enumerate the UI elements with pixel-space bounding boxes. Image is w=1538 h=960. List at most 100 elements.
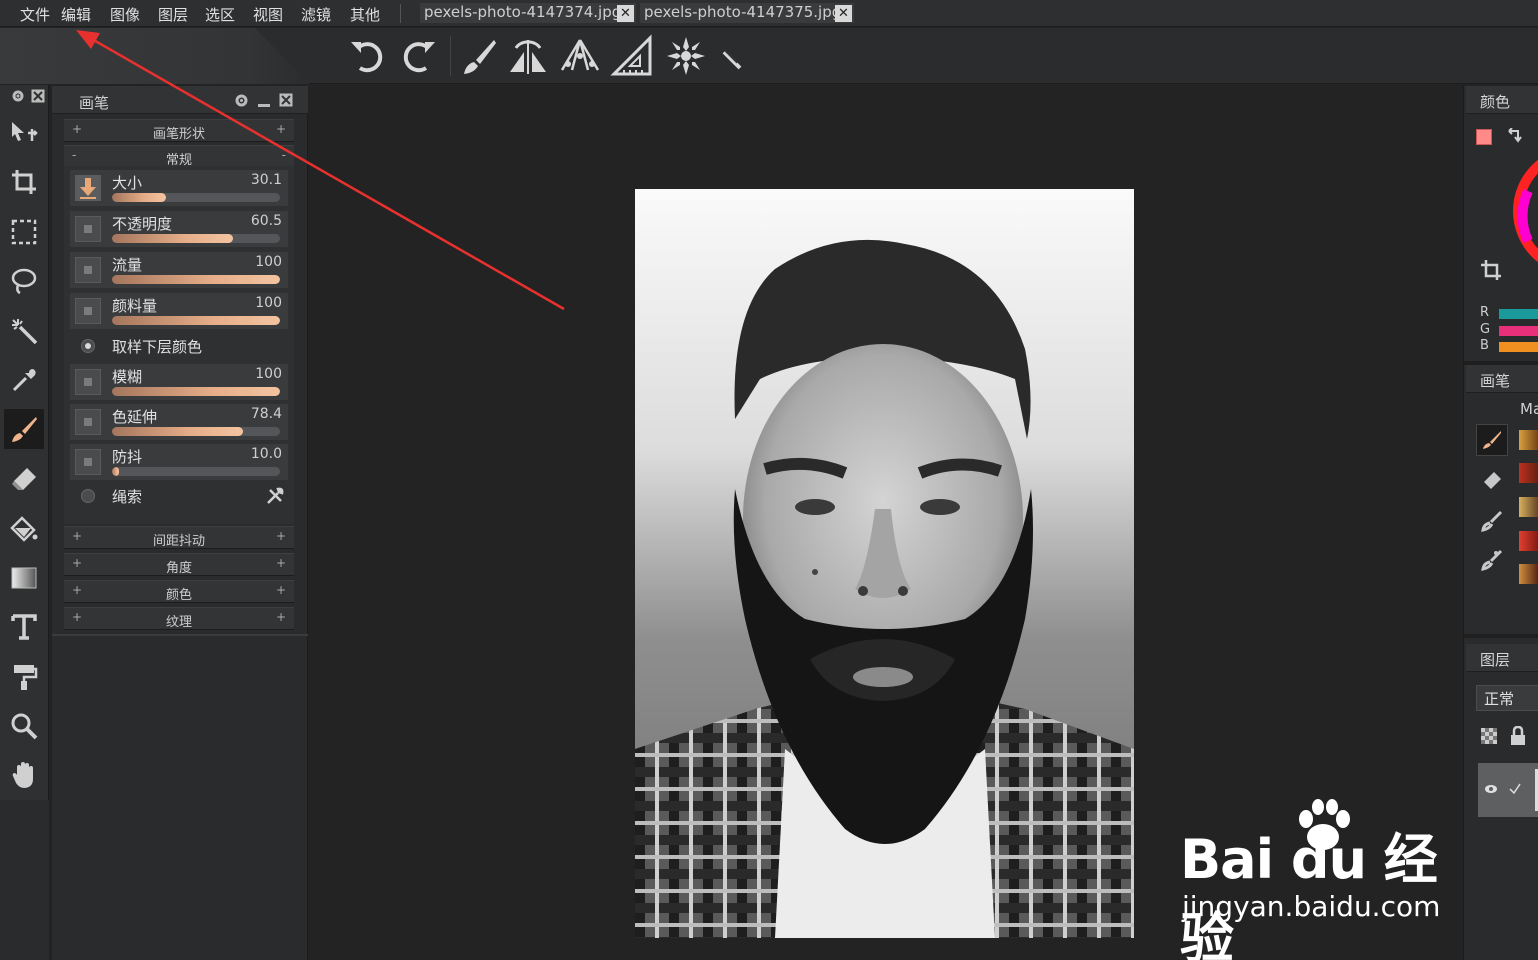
paint-roller-tool[interactable] [4,657,44,697]
gear-icon[interactable] [234,93,249,108]
eraser-icon[interactable] [1481,470,1503,492]
hand-tool[interactable] [4,755,44,795]
brush-preset-thumb[interactable] [1519,463,1538,483]
move-tool[interactable] [4,113,44,153]
mandala-icon[interactable] [664,34,708,78]
brush-preset-thumb[interactable] [1519,430,1538,450]
fill-icon [10,516,38,542]
blend-mode-select[interactable]: 正常 [1476,685,1538,711]
menu-layer[interactable]: 图层 [158,4,188,25]
param-blur[interactable]: 模糊 100 [70,364,288,400]
param-opacity[interactable]: 不透明度 60.5 [70,211,288,247]
pressure-toggle[interactable] [75,369,101,395]
tab-document-2[interactable]: pexels-photo-4147375.jpg ✕ [640,3,854,23]
tools-icon[interactable] [266,487,284,505]
pressure-toggle[interactable] [75,257,101,283]
eyedropper-tool[interactable] [4,360,44,400]
ruler-icon[interactable] [610,34,654,78]
pressure-toggle[interactable] [75,216,101,242]
lasso-tool[interactable] [4,261,44,301]
general-settings: 大小 30.1 不透明度 60.5 流量 100 颜料量 100 取样下层颜色 … [64,166,294,524]
mixer-brush-icon[interactable] [1481,549,1503,571]
brush-tool[interactable] [4,409,44,449]
minimize-icon[interactable] [257,93,271,108]
section-texture[interactable]: + 纹理 + [64,607,294,630]
marquee-tool[interactable] [4,212,44,252]
section-brush-shape[interactable]: + 画笔形状 + [64,119,294,142]
layer-item[interactable] [1478,763,1538,817]
radio-button[interactable] [81,339,95,353]
pressure-toggle[interactable] [75,409,101,435]
brush-preset-thumb[interactable] [1519,497,1538,517]
pressure-toggle[interactable] [75,298,101,324]
color-wheel[interactable] [1508,141,1538,271]
menubar: 文件 编辑 图像 图层 选区 视图 滤镜 其他 pexels-photo-414… [0,0,1538,27]
pressure-toggle[interactable] [75,175,101,201]
close-icon[interactable] [31,89,45,103]
param-color-extend[interactable]: 色延伸 78.4 [70,404,288,440]
param-slider[interactable] [112,387,280,396]
check-icon[interactable] [1508,782,1522,796]
radio-button[interactable] [81,489,95,503]
param-slider[interactable] [112,316,280,325]
zoom-tool[interactable] [4,706,44,746]
undo-icon[interactable] [346,34,390,78]
crop-tool[interactable] [4,162,44,202]
blue-label: B [1480,338,1489,353]
eraser-tool[interactable] [4,459,44,499]
section-spacing-jitter[interactable]: + 间距抖动 + [64,526,294,549]
option-sample-below[interactable]: 取样下层颜色 [70,332,288,360]
option-rope[interactable]: 绳索 [70,482,288,510]
section-angle[interactable]: + 角度 + [64,553,294,576]
smudge-icon[interactable] [1481,510,1503,532]
menu-image[interactable]: 图像 [110,4,140,25]
menu-filter[interactable]: 滤镜 [301,4,331,25]
lock-icon[interactable] [1510,726,1526,746]
brush-preset-thumb[interactable] [1519,564,1538,584]
section-general[interactable]: - 常规 - [64,145,294,168]
magic-wand-tool[interactable] [4,311,44,351]
lock-transparency-icon[interactable] [1480,727,1498,745]
red-slider[interactable] [1499,309,1538,319]
blue-slider[interactable] [1499,342,1538,352]
menu-view[interactable]: 视图 [253,4,283,25]
brush-icon[interactable] [456,34,500,78]
param-paint-amount[interactable]: 颜料量 100 [70,293,288,329]
watermark-url: jingyan.baidu.com [1182,890,1441,923]
menu-other[interactable]: 其他 [350,4,380,25]
tab-document-1[interactable]: pexels-photo-4147374.jpg ✕ [420,3,636,23]
green-slider[interactable] [1499,326,1538,336]
eye-icon[interactable] [1484,783,1498,795]
menu-file[interactable]: 文件 [20,4,50,25]
param-slider[interactable] [112,193,280,202]
text-tool[interactable] [4,607,44,647]
brush-category-paint[interactable] [1476,424,1508,456]
redo-icon[interactable] [396,34,440,78]
perspective-icon[interactable] [558,34,602,78]
crop-icon[interactable] [1480,259,1502,281]
close-icon[interactable]: ✕ [835,5,852,22]
param-size[interactable]: 大小 30.1 [70,170,288,206]
brush-preset-thumb[interactable] [1519,531,1538,551]
param-stabilizer[interactable]: 防抖 10.0 [70,444,288,480]
menu-select[interactable]: 选区 [205,4,235,25]
fill-tool[interactable] [4,509,44,549]
slider-fill [112,193,166,202]
param-slider[interactable] [112,427,280,436]
close-icon[interactable]: ✕ [617,5,634,22]
gradient-tool[interactable] [4,558,44,598]
menu-edit[interactable]: 编辑 [61,4,91,25]
param-slider[interactable] [112,234,280,243]
pen-icon[interactable] [712,34,756,78]
document-photo[interactable] [635,189,1134,938]
gear-icon[interactable] [11,89,25,103]
section-color[interactable]: + 颜色 + [64,580,294,603]
param-slider[interactable] [112,467,280,476]
symmetry-icon[interactable] [506,34,550,78]
param-slider[interactable] [112,275,280,284]
pressure-toggle[interactable] [75,449,101,475]
close-icon[interactable] [279,93,293,107]
param-value: 100 [255,295,282,311]
foreground-color-swatch[interactable] [1476,129,1492,145]
param-flow[interactable]: 流量 100 [70,252,288,288]
